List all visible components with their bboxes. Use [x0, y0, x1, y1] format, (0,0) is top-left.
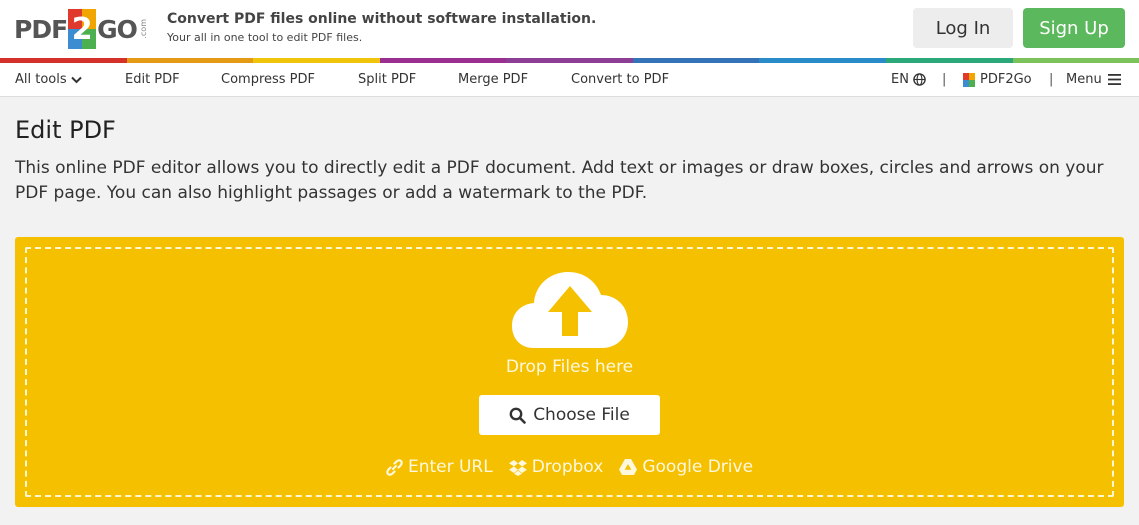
menu-button[interactable]: Menu — [1066, 72, 1121, 87]
choose-file-label: Choose File — [533, 405, 630, 425]
logo-suffix: .com — [138, 19, 148, 39]
google-drive-link[interactable]: Google Drive — [619, 457, 753, 477]
nav-item-compress-pdf[interactable]: Compress PDF — [221, 72, 315, 87]
link-icon — [386, 458, 403, 476]
signup-button[interactable]: Sign Up — [1023, 8, 1125, 48]
enter-url-label: Enter URL — [407, 457, 493, 477]
drop-files-label: Drop Files here — [505, 357, 634, 377]
language-label: EN — [891, 72, 909, 87]
main-nav: All tools Edit PDF Compress PDF Split PD… — [0, 63, 1139, 97]
logo[interactable]: PDF 2 GO .com — [14, 8, 148, 50]
logo-2-mark: 2 — [68, 9, 97, 49]
logo-text-right: GO — [97, 14, 138, 44]
logo-text-left: PDF — [14, 14, 68, 44]
cloud-upload-icon[interactable] — [512, 268, 628, 350]
nav-separator: | — [942, 72, 947, 87]
all-tools-dropdown[interactable]: All tools — [15, 72, 82, 87]
tagline-main: Convert PDF files online without softwar… — [167, 11, 597, 27]
tagline: Convert PDF files online without softwar… — [167, 11, 596, 44]
dropbox-link[interactable]: Dropbox — [508, 457, 604, 477]
globe-icon — [913, 73, 926, 86]
all-tools-label: All tools — [15, 72, 67, 87]
google-drive-label: Google Drive — [642, 457, 754, 477]
brand-link[interactable]: PDF2Go — [963, 72, 1032, 87]
logo-2-digit: 2 — [71, 12, 93, 47]
login-button[interactable]: Log In — [913, 8, 1013, 48]
nav-item-merge-pdf[interactable]: Merge PDF — [458, 72, 528, 87]
language-selector[interactable]: EN — [891, 72, 926, 87]
tagline-sub: Your all in one tool to edit PDF files. — [167, 31, 363, 44]
dropbox-label: Dropbox — [531, 457, 604, 477]
upload-dropzone[interactable]: Drop Files here Choose File Enter URL Dr… — [15, 237, 1124, 507]
upload-sources: Enter URL Dropbox Google Drive — [15, 457, 1124, 477]
nav-item-split-pdf[interactable]: Split PDF — [358, 72, 416, 87]
google-drive-icon — [619, 459, 638, 475]
enter-url-link[interactable]: Enter URL — [386, 457, 493, 477]
nav-item-edit-pdf[interactable]: Edit PDF — [125, 72, 180, 87]
nav-item-convert-to-pdf[interactable]: Convert to PDF — [571, 72, 669, 87]
choose-file-button[interactable]: Choose File — [479, 395, 660, 435]
search-icon — [509, 407, 526, 424]
hamburger-icon — [1107, 74, 1121, 85]
nav-separator: | — [1049, 72, 1054, 87]
page-title: Edit PDF — [15, 116, 116, 144]
page-description: This online PDF editor allows you to dir… — [15, 158, 1104, 203]
dropbox-icon — [508, 459, 527, 476]
menu-label: Menu — [1066, 72, 1102, 87]
site-header: PDF 2 GO .com Convert PDF files online w… — [0, 0, 1139, 58]
pdf2go-logo-icon — [963, 72, 975, 87]
brand-label: PDF2Go — [980, 72, 1032, 87]
chevron-down-icon — [70, 76, 82, 83]
